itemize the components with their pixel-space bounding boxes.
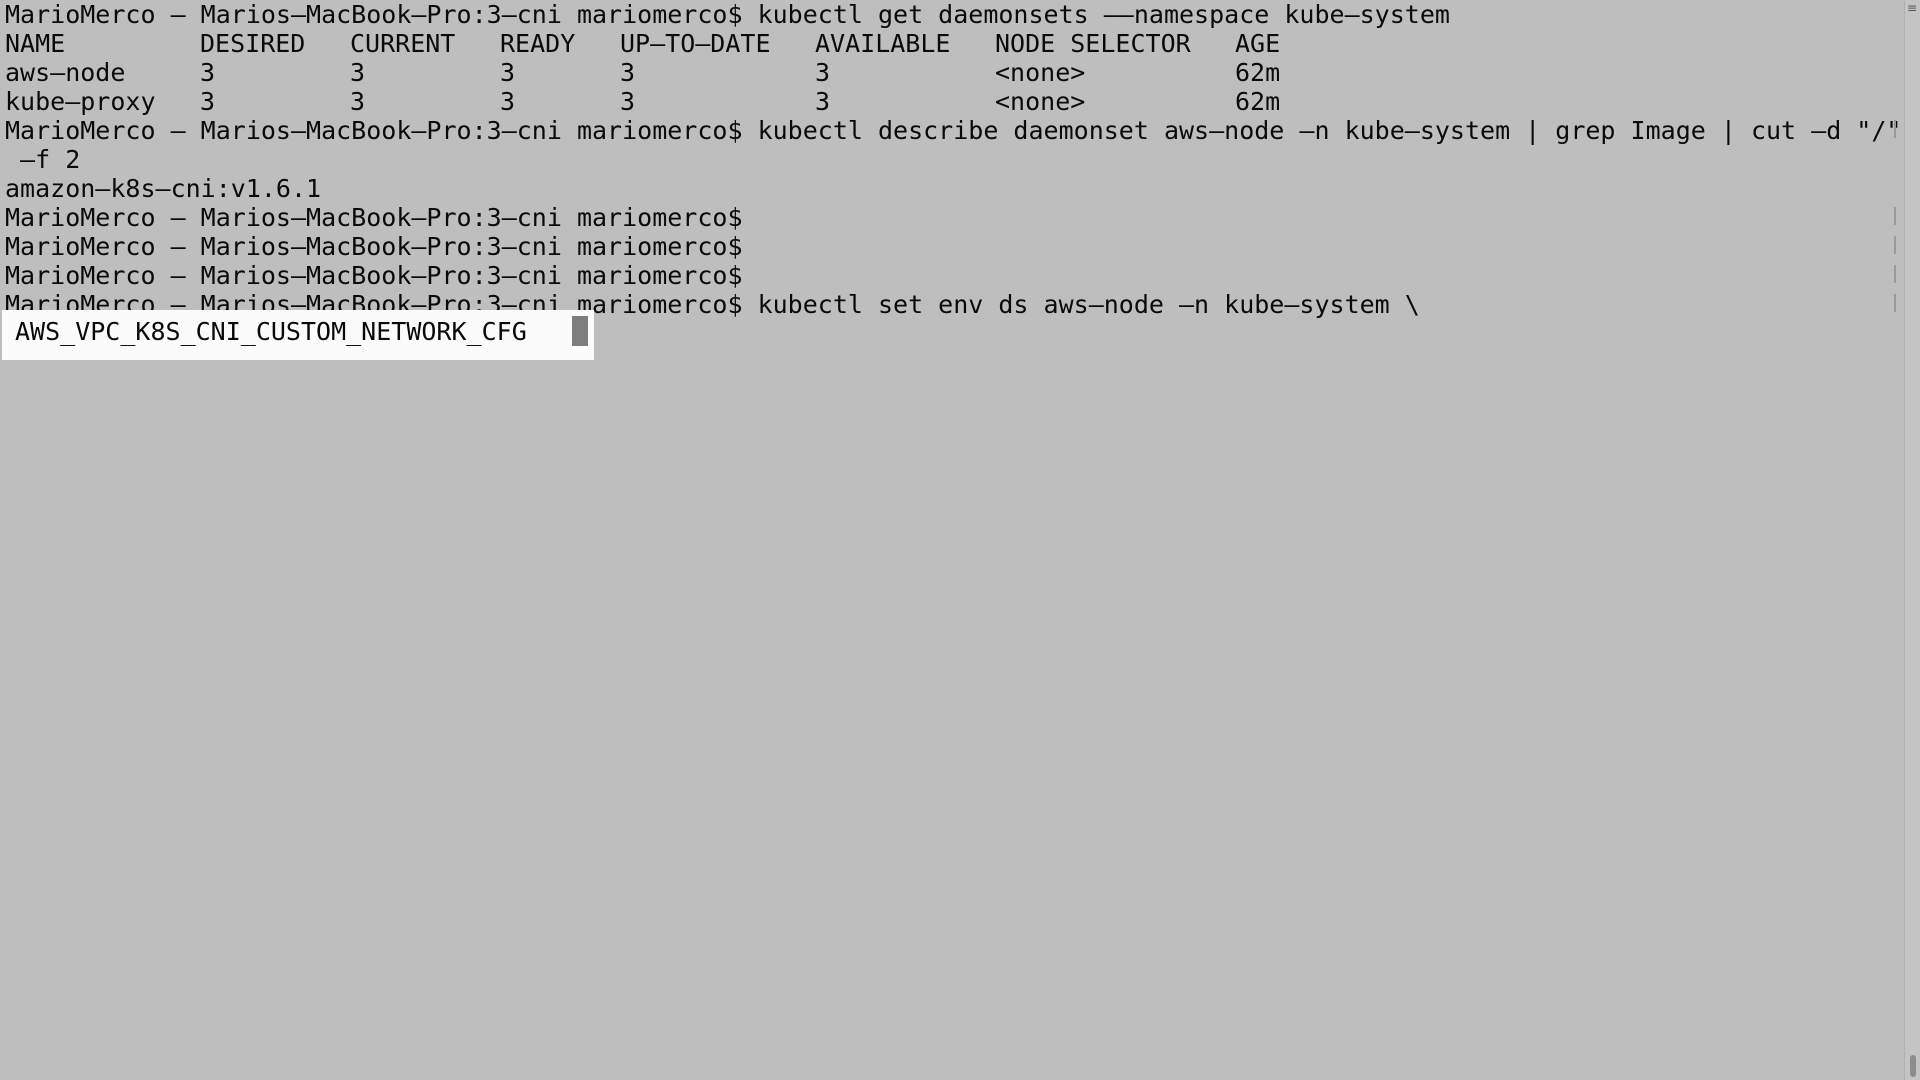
column-header-node-selector: NODE SELECTOR (995, 29, 1191, 58)
terminal-window[interactable]: MarioMerco – Marios–MacBook–Pro:3–cni ma… (0, 0, 1905, 1080)
cell-node-selector: <none> (995, 58, 1086, 87)
cell-name: kube–proxy (5, 87, 156, 116)
column-header-age: AGE (1235, 29, 1281, 58)
command-input-line[interactable]: AWS_VPC_K8S_CNI_CUSTOM_NETWORK_CFG (2, 310, 594, 360)
terminal-line: –f 2 (5, 145, 81, 174)
column-header-ready: READY (500, 29, 576, 58)
scrollbar-thumb[interactable] (1910, 1055, 1916, 1077)
cell-name: aws–node (5, 58, 126, 87)
table-row: kube–proxy 3 3 3 3 3 <none> 62m (5, 87, 1885, 116)
table-row: aws–node 3 3 3 3 3 <none> 62m (5, 58, 1885, 87)
cell-ready: 3 (500, 87, 516, 116)
column-header-up-to-date: UP–TO–DATE (620, 29, 771, 58)
line-marker (1894, 236, 1896, 254)
terminal-prompt: MarioMerco – Marios–MacBook–Pro:3–cni ma… (5, 203, 743, 232)
split-pane-icon[interactable]: ≡ (1907, 2, 1919, 14)
terminal-line: MarioMerco – Marios–MacBook–Pro:3–cni ma… (5, 116, 1902, 145)
cell-age: 62m (1235, 58, 1281, 87)
line-marker (1894, 207, 1896, 225)
vertical-scrollbar[interactable]: ≡ (1904, 0, 1920, 1080)
terminal-line: MarioMerco – Marios–MacBook–Pro:3–cni ma… (5, 0, 1450, 29)
text-cursor (572, 316, 588, 346)
column-header-desired: DESIRED (200, 29, 306, 58)
cell-available: 3 (815, 87, 831, 116)
cell-desired: 3 (200, 87, 216, 116)
line-marker (1894, 265, 1896, 283)
column-header-available: AVAILABLE (815, 29, 951, 58)
cell-up-to-date: 3 (620, 87, 636, 116)
line-marker (1894, 120, 1896, 138)
cell-desired: 3 (200, 58, 216, 87)
cell-current: 3 (350, 87, 366, 116)
column-header-current: CURRENT (350, 29, 456, 58)
cell-age: 62m (1235, 87, 1281, 116)
line-marker (1894, 294, 1896, 312)
cell-up-to-date: 3 (620, 58, 636, 87)
column-header-name: NAME (5, 29, 66, 58)
terminal-prompt: MarioMerco – Marios–MacBook–Pro:3–cni ma… (5, 232, 743, 261)
terminal-output: amazon–k8s–cni:v1.6.1 (5, 174, 322, 203)
cell-available: 3 (815, 58, 831, 87)
cell-node-selector: <none> (995, 87, 1086, 116)
cell-current: 3 (350, 58, 366, 87)
table-header-row: NAME DESIRED CURRENT READY UP–TO–DATE AV… (5, 29, 1885, 58)
cell-ready: 3 (500, 58, 516, 87)
current-input-text: AWS_VPC_K8S_CNI_CUSTOM_NETWORK_CFG (15, 317, 527, 346)
terminal-prompt: MarioMerco – Marios–MacBook–Pro:3–cni ma… (5, 261, 743, 290)
